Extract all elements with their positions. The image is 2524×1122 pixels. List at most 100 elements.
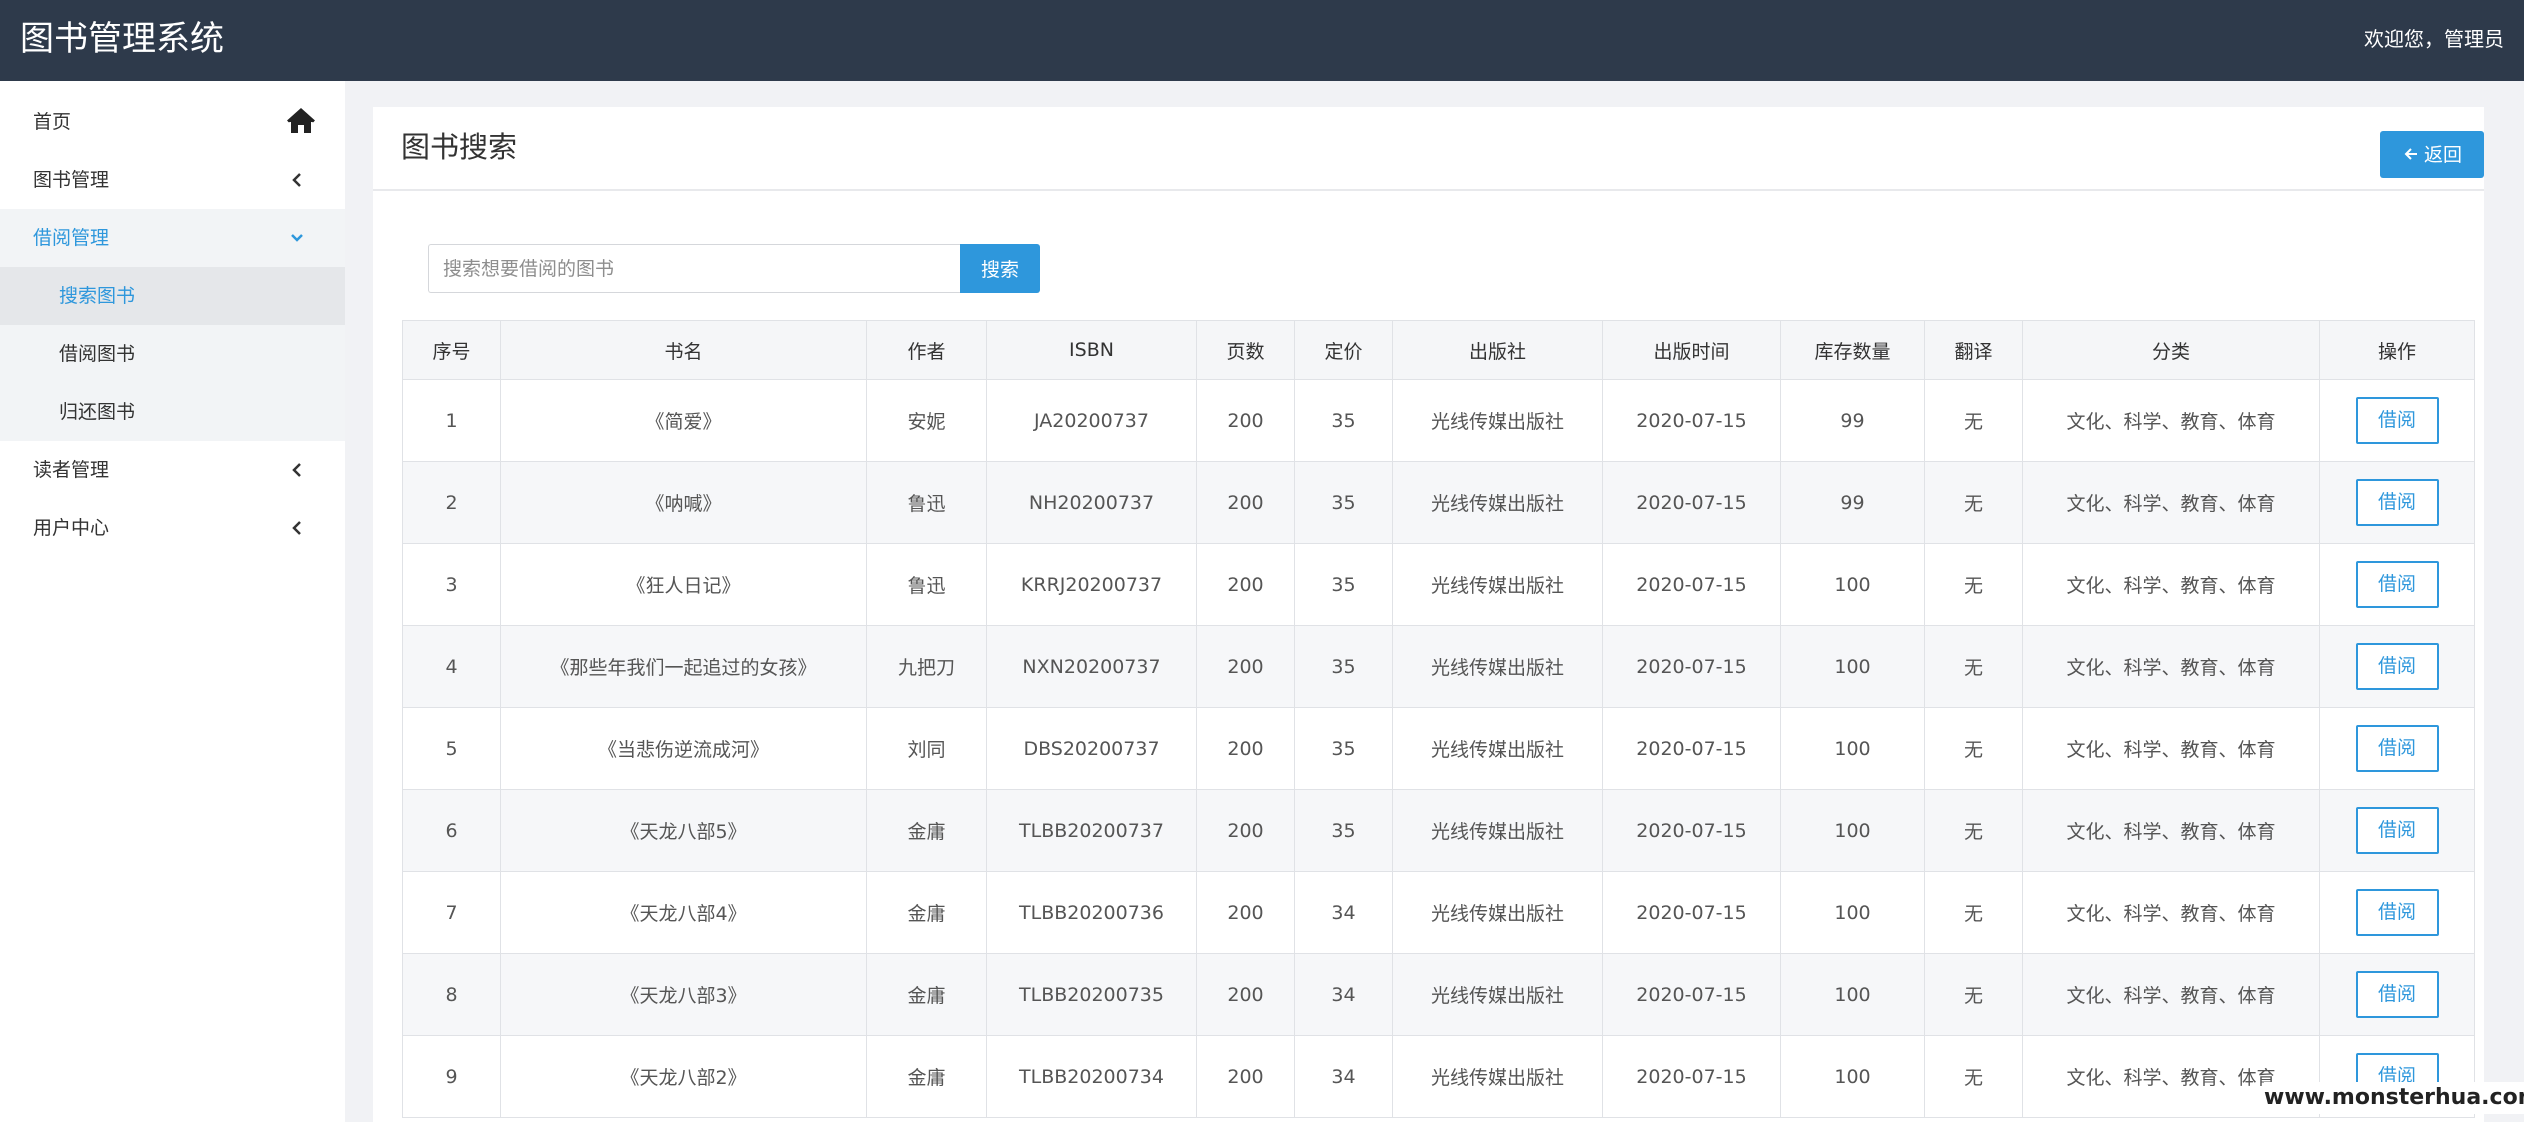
table-cell: 光线传媒出版社 [1392, 953, 1603, 1036]
watermark-text: www.monsterhua.com [2264, 1082, 2524, 1114]
table-cell: 文化、科学、教育、体育 [2022, 953, 2320, 1036]
table-cell: TLBB20200737 [986, 789, 1197, 872]
table-cell: 借阅 [2319, 379, 2475, 462]
sidebar: 首页 图书管理 借阅管理 搜索图书 借阅图书 归还图书 读者管理 用户中心 [0, 81, 345, 1122]
table-cell: 2020-07-15 [1602, 379, 1781, 462]
borrow-button[interactable]: 借阅 [2355, 479, 2439, 526]
table-cell: 无 [1924, 625, 2023, 708]
table-cell: 2020-07-15 [1602, 871, 1781, 954]
table-cell: 文化、科学、教育、体育 [2022, 461, 2320, 544]
borrow-button[interactable]: 借阅 [2355, 561, 2439, 608]
table-cell: 200 [1196, 789, 1295, 872]
table-cell: 安妮 [866, 379, 987, 462]
table-cell: 借阅 [2319, 461, 2475, 544]
table-cell: 《天龙八部5》 [500, 789, 867, 872]
sidebar-item-label: 首页 [33, 111, 72, 133]
content-card: 图书搜索 返回 搜索 序号书名作者ISBN页数定价出版社出版时间库存数量翻译分类… [373, 107, 2484, 1122]
table-cell: JA20200737 [986, 379, 1197, 462]
table-cell: 借阅 [2319, 953, 2475, 1036]
chevron-left-icon [292, 173, 301, 187]
table-header-row: 序号 书名 作者 ISBN 页数 定价 出版社 出版时间 库存数量 翻译 分类 操作 [402, 320, 2475, 380]
table-cell: 2020-07-15 [1602, 461, 1781, 544]
table-cell: TLBB20200736 [986, 871, 1197, 954]
table-cell: 2020-07-15 [1602, 1035, 1781, 1118]
borrow-button[interactable]: 借阅 [2355, 397, 2439, 444]
sidebar-item-home[interactable]: 首页 [0, 93, 345, 151]
search-button[interactable]: 搜索 [960, 244, 1040, 293]
table-cell: 35 [1294, 625, 1393, 708]
table-cell: 光线传媒出版社 [1392, 543, 1603, 626]
table-cell: 200 [1196, 707, 1295, 790]
welcome-text: 欢迎您，管理员 [2364, 27, 2504, 51]
table-cell: 《天龙八部3》 [500, 953, 867, 1036]
sidebar-item-user-center[interactable]: 用户中心 [0, 499, 345, 557]
table-cell: 100 [1780, 953, 1925, 1036]
column-header: 书名 [500, 320, 867, 380]
sidebar-item-borrow-management[interactable]: 借阅管理 [0, 209, 345, 267]
borrow-button[interactable]: 借阅 [2355, 725, 2439, 772]
table-row: 2 《呐喊》 鲁迅 NH20200737 200 35 光线传媒出版社 2020-07-15 9… [402, 461, 2475, 544]
sidebar-item-book-management[interactable]: 图书管理 [0, 151, 345, 209]
table-cell: 无 [1924, 953, 2023, 1036]
table-cell: 100 [1780, 543, 1925, 626]
column-header: 库存数量 [1780, 320, 1925, 380]
table-cell: 200 [1196, 1035, 1295, 1118]
sidebar-item-label: 归还图书 [59, 401, 136, 423]
column-header: 操作 [2319, 320, 2475, 380]
table-cell: 100 [1780, 871, 1925, 954]
sidebar-item-label: 用户中心 [33, 517, 110, 539]
table-cell: 光线传媒出版社 [1392, 625, 1603, 708]
table-cell: 35 [1294, 379, 1393, 462]
table-cell: 100 [1780, 789, 1925, 872]
borrow-button[interactable]: 借阅 [2355, 807, 2439, 854]
borrow-button[interactable]: 借阅 [2355, 643, 2439, 690]
column-header: 翻译 [1924, 320, 2023, 380]
borrow-button[interactable]: 借阅 [2355, 889, 2439, 936]
table-cell: 100 [1780, 707, 1925, 790]
search-input[interactable] [428, 244, 961, 293]
sidebar-item-search-books[interactable]: 搜索图书 [0, 267, 345, 325]
column-header: 序号 [402, 320, 501, 380]
table-cell: 200 [1196, 625, 1295, 708]
table-cell: 《天龙八部4》 [500, 871, 867, 954]
sidebar-item-reader-management[interactable]: 读者管理 [0, 441, 345, 499]
sidebar-item-return-books[interactable]: 归还图书 [0, 383, 345, 441]
chevron-down-icon [291, 234, 303, 242]
table-cell: 《呐喊》 [500, 461, 867, 544]
table-cell: DBS20200737 [986, 707, 1197, 790]
column-header: 页数 [1196, 320, 1295, 380]
books-table: 序号 书名 作者 ISBN 页数 定价 出版社 出版时间 库存数量 翻译 分类 操作 1 《简爱》 安妮 J… [402, 320, 2475, 1118]
table-cell: 光线传媒出版社 [1392, 871, 1603, 954]
table-cell: 文化、科学、教育、体育 [2022, 543, 2320, 626]
column-header: 定价 [1294, 320, 1393, 380]
table-cell: 34 [1294, 871, 1393, 954]
table-row: 4 《那些年我们一起追过的女孩》 九把刀 NXN20200737 200 35 光线传媒出版… [402, 625, 2475, 708]
table-cell: 2020-07-15 [1602, 625, 1781, 708]
table-cell: 35 [1294, 543, 1393, 626]
table-cell: NH20200737 [986, 461, 1197, 544]
arrow-left-icon [2404, 148, 2417, 160]
table-row: 3 《狂人日记》 鲁迅 KRRJ20200737 200 35 光线传媒出版社 2020-07… [402, 543, 2475, 626]
table-cell: 200 [1196, 543, 1295, 626]
table-cell: 35 [1294, 707, 1393, 790]
table-cell: 借阅 [2319, 625, 2475, 708]
table-cell: 鲁迅 [866, 543, 987, 626]
column-header: ISBN [986, 320, 1197, 380]
table-cell: 8 [402, 953, 501, 1036]
table-cell: 2020-07-15 [1602, 953, 1781, 1036]
back-button[interactable]: 返回 [2380, 131, 2484, 178]
table-row: 1 《简爱》 安妮 JA20200737 200 35 光线传媒出版社 2020-07-15 9… [402, 379, 2475, 462]
table-cell: 无 [1924, 1035, 2023, 1118]
table-cell: 1 [402, 379, 501, 462]
table-cell: TLBB20200735 [986, 953, 1197, 1036]
sidebar-item-label: 借阅图书 [59, 343, 136, 365]
table-cell: 光线传媒出版社 [1392, 707, 1603, 790]
table-cell: 文化、科学、教育、体育 [2022, 625, 2320, 708]
table-cell: KRRJ20200737 [986, 543, 1197, 626]
table-cell: 100 [1780, 625, 1925, 708]
table-cell: 刘同 [866, 707, 987, 790]
borrow-button[interactable]: 借阅 [2355, 971, 2439, 1018]
column-header: 分类 [2022, 320, 2320, 380]
sidebar-item-borrow-books[interactable]: 借阅图书 [0, 325, 345, 383]
table-cell: 无 [1924, 707, 2023, 790]
